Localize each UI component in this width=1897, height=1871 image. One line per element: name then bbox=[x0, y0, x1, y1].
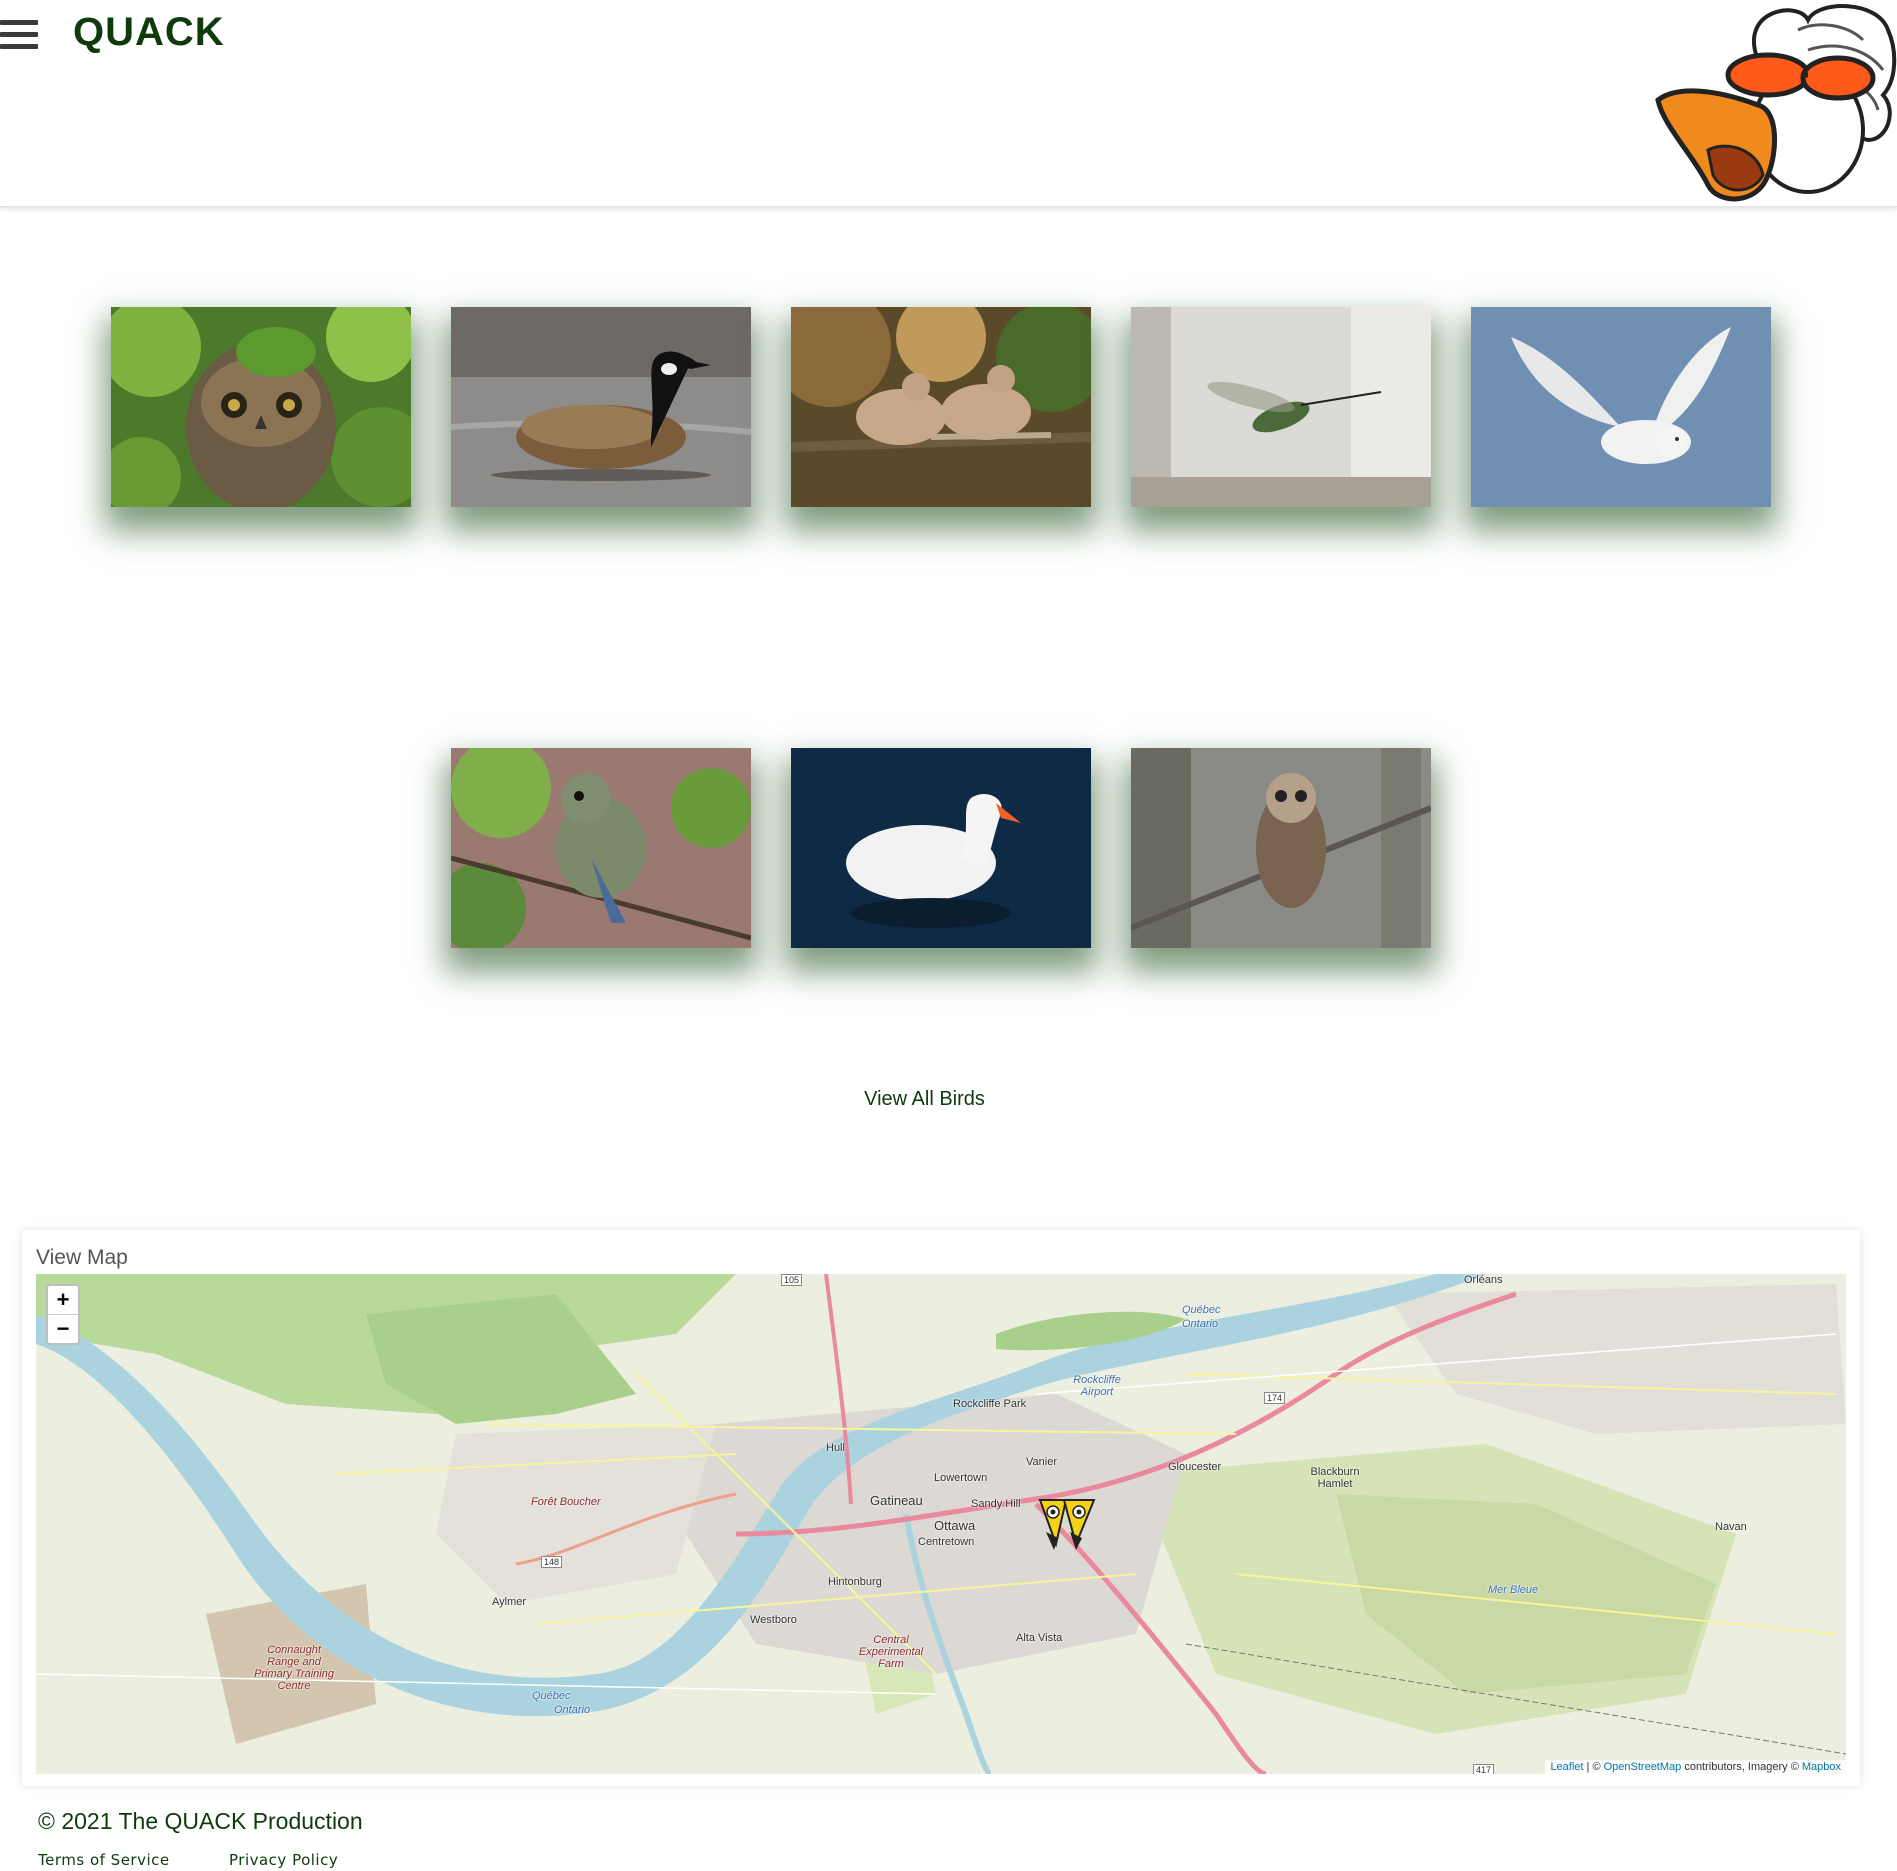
goose-photo bbox=[451, 307, 751, 507]
map-label-centretown: Centretown bbox=[918, 1536, 975, 1548]
map-label-foret-boucher: Forêt Boucher bbox=[531, 1496, 601, 1508]
owl-photo bbox=[111, 307, 411, 507]
bird-card-swan[interactable] bbox=[791, 748, 1091, 948]
road-shield: 148 bbox=[541, 1556, 563, 1568]
bird-card-kinglet[interactable] bbox=[451, 748, 751, 948]
bird-card-doves[interactable] bbox=[791, 307, 1091, 507]
map-label-gatineau: Gatineau bbox=[870, 1493, 923, 1508]
zoom-in-button[interactable]: + bbox=[48, 1286, 78, 1314]
bird-card-hummingbird[interactable] bbox=[1131, 307, 1431, 507]
map-label-aylmer: Aylmer bbox=[492, 1596, 527, 1608]
map-title: View Map bbox=[36, 1246, 128, 1269]
map-label-ontario-south: Ontario bbox=[554, 1704, 591, 1716]
map-label-rockcliffe: Rockcliffe Park bbox=[953, 1398, 1027, 1410]
site-header: QUACK bbox=[0, 0, 1897, 207]
copyright-text: © 2021 The QUACK Production bbox=[38, 1808, 363, 1834]
openstreetmap-link[interactable]: OpenStreetMap bbox=[1604, 1761, 1682, 1773]
map-label-alta-vista: Alta Vista bbox=[1016, 1632, 1063, 1644]
privacy-policy-link[interactable]: Privacy Policy bbox=[229, 1851, 338, 1869]
map-label-sandy-hill: Sandy Hill bbox=[971, 1498, 1021, 1510]
hummingbird-photo bbox=[1131, 307, 1431, 507]
map-viewport[interactable]: + − Gatineau Ottawa Centretown Rockcliff… bbox=[36, 1274, 1846, 1774]
snowy-owl-photo bbox=[1471, 307, 1771, 507]
road-shield: 105 bbox=[781, 1274, 803, 1286]
mapbox-link[interactable]: Mapbox bbox=[1802, 1761, 1841, 1773]
barred-owl-photo bbox=[1131, 748, 1431, 948]
bird-card-owl[interactable] bbox=[111, 307, 411, 507]
map-label-connaught: Connaught Range and Primary Training Cen… bbox=[254, 1644, 334, 1692]
map-label-ottawa: Ottawa bbox=[934, 1518, 976, 1533]
dove-photo bbox=[791, 307, 1091, 507]
map-label-lowertown: Lowertown bbox=[934, 1472, 988, 1484]
bird-card-goose[interactable] bbox=[451, 307, 751, 507]
map-label-rockcliffe-airport: Rockcliffe Airport bbox=[1073, 1374, 1121, 1398]
hamburger-menu-icon[interactable] bbox=[0, 20, 38, 54]
attribution-text: contributors, Imagery © bbox=[1681, 1761, 1802, 1773]
map-label-central-experimental-farm: Central Experimental Farm bbox=[858, 1634, 924, 1670]
map-label-hull: Hull bbox=[826, 1442, 845, 1454]
road-shield: 174 bbox=[1264, 1392, 1286, 1404]
map-label-navan: Navan bbox=[1715, 1521, 1747, 1533]
map-label-ontario-north: Ontario bbox=[1182, 1318, 1219, 1330]
terms-of-service-link[interactable]: Terms of Service bbox=[38, 1851, 170, 1869]
map-label-blackburn: Blackburn Hamlet bbox=[1310, 1466, 1360, 1490]
map-label-quebec-north: Québec bbox=[1182, 1304, 1221, 1316]
map-label-gloucester: Gloucester bbox=[1168, 1461, 1222, 1473]
map-attribution: Leaflet | © OpenStreetMap contributors, … bbox=[1545, 1760, 1846, 1774]
map-label-vanier: Vanier bbox=[1026, 1456, 1057, 1468]
duck-mascot-logo[interactable] bbox=[1648, 0, 1897, 210]
duck-map-marker[interactable] bbox=[1036, 1494, 1100, 1554]
swan-photo bbox=[791, 748, 1091, 948]
bird-card-snowy-owl[interactable] bbox=[1471, 307, 1771, 507]
leaflet-link[interactable]: Leaflet bbox=[1550, 1761, 1583, 1773]
zoom-out-button[interactable]: − bbox=[48, 1314, 78, 1343]
kinglet-photo bbox=[451, 748, 751, 948]
map-label-orleans: Orléans bbox=[1464, 1274, 1503, 1286]
map-label-hintonburg: Hintonburg bbox=[828, 1576, 882, 1588]
attribution-sep: | © bbox=[1583, 1761, 1604, 1773]
map-label-mer-bleue: Mer Bleue bbox=[1488, 1584, 1539, 1596]
zoom-control: + − bbox=[46, 1284, 80, 1345]
map-section: View Map + − Gatineau Ottawa Centretown … bbox=[22, 1230, 1860, 1786]
road-shield: 417 bbox=[1473, 1764, 1495, 1774]
map-label-westboro: Westboro bbox=[750, 1614, 797, 1626]
brand-title[interactable]: QUACK bbox=[73, 10, 225, 55]
bird-card-barred-owl[interactable] bbox=[1131, 748, 1431, 948]
view-all-birds-link[interactable]: View All Birds bbox=[0, 1088, 1849, 1111]
map-label-quebec-south: Québec bbox=[532, 1690, 571, 1702]
